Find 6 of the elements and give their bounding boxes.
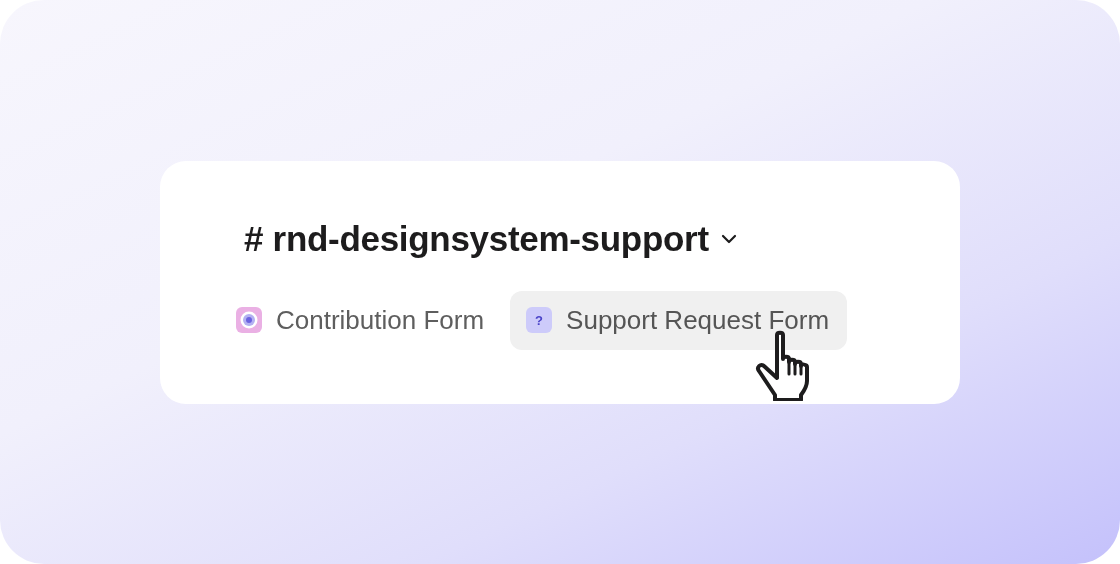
target-icon	[236, 307, 262, 333]
channel-title: # rnd-designsystem-support	[244, 218, 709, 259]
chevron-down-icon[interactable]	[720, 233, 737, 244]
question-icon: ?	[526, 307, 553, 333]
form-tab[interactable]: ? Support Request Form	[510, 290, 848, 350]
form-tab[interactable]: Contribution Form	[220, 290, 503, 350]
